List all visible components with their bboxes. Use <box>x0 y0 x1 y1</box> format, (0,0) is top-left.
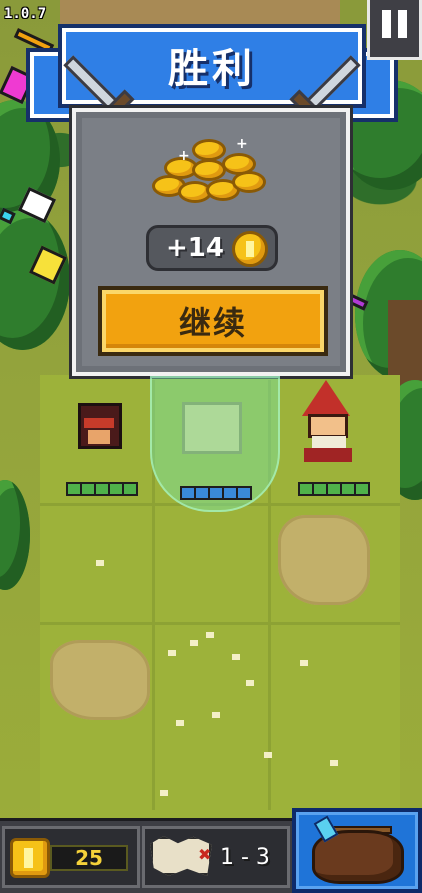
flower <box>190 640 198 646</box>
pause-icon <box>382 10 391 38</box>
continue-label: 继续 <box>178 304 247 342</box>
gold-coin-icon <box>232 231 268 267</box>
flower <box>96 560 104 566</box>
mud-patch <box>50 640 150 720</box>
mud-patch <box>278 515 370 605</box>
pause-button[interactable] <box>367 0 422 60</box>
ghost-health-bar <box>180 486 252 500</box>
grid-line <box>40 622 400 625</box>
flower <box>176 720 184 726</box>
sparkle-icon: + <box>178 148 190 164</box>
version-label: 1.0.7 <box>4 6 47 22</box>
flower <box>212 712 220 718</box>
pause-icon-bar <box>398 10 407 38</box>
flower <box>330 760 338 766</box>
sparkle-icon: + <box>236 136 248 152</box>
flower <box>300 660 308 666</box>
wizard-hero[interactable] <box>308 414 348 438</box>
knight-health-bar <box>66 482 138 496</box>
flower <box>232 654 240 660</box>
reward-amount: +14 <box>166 233 224 263</box>
ghost-hero[interactable] <box>182 402 242 454</box>
knight-helmet <box>84 418 114 428</box>
gold-pile-icon <box>148 135 270 210</box>
wizard-robe <box>304 448 352 462</box>
stage-label: 1 - 3 <box>220 845 270 870</box>
map-marker-icon: ✖ <box>198 845 212 864</box>
wizard-hat <box>302 380 350 416</box>
tree-left-low <box>0 480 30 590</box>
wizard-health-bar <box>298 482 370 496</box>
victory-title: 胜利 <box>168 46 256 92</box>
tree-left-mid <box>0 210 70 350</box>
flower <box>264 752 272 758</box>
flower <box>206 632 214 638</box>
continue-button[interactable]: 继续 <box>98 286 328 356</box>
gold-coin-icon <box>10 838 50 878</box>
flower <box>246 680 254 686</box>
flower <box>160 790 168 796</box>
knight-face <box>88 430 110 444</box>
gold-count: 25 <box>75 846 103 870</box>
flower <box>168 650 176 656</box>
